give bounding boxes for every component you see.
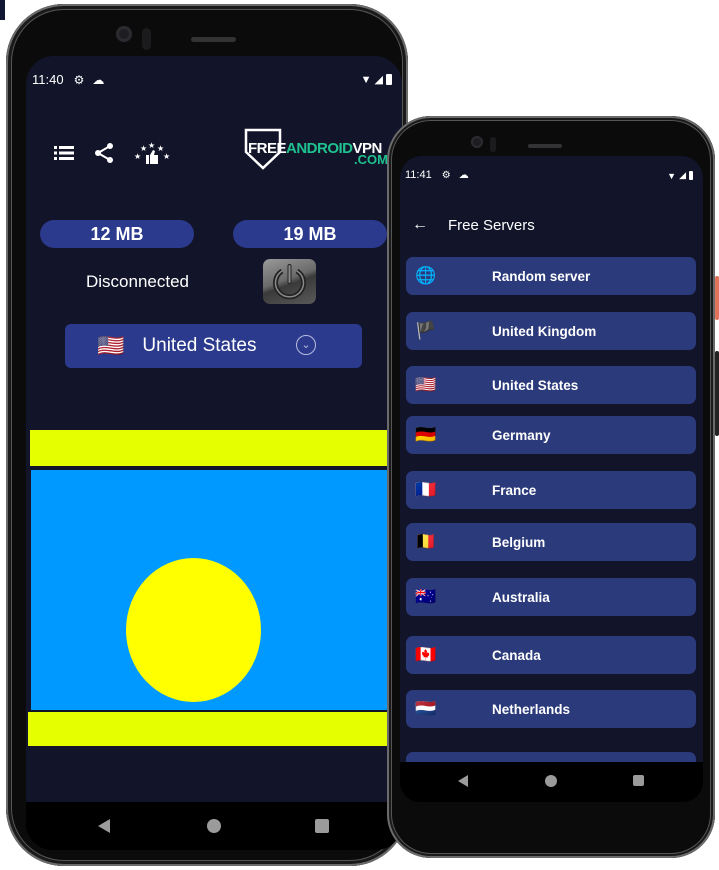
server-item[interactable]: 🇺🇸 United States xyxy=(406,366,696,404)
server-item[interactable]: 🏴 United Kingdom xyxy=(406,312,696,350)
server-label: United Kingdom xyxy=(492,323,597,339)
nav-recents-icon[interactable] xyxy=(633,775,644,786)
connection-status: Disconnected xyxy=(86,272,190,291)
share-icon[interactable] xyxy=(94,142,114,168)
svg-text:★: ★ xyxy=(134,152,141,161)
status-time: 11:40 xyxy=(32,72,64,87)
speaker xyxy=(191,37,236,42)
logo-domain: .COM xyxy=(354,152,388,167)
country-flag-icon: 🇺🇸 xyxy=(415,375,437,394)
signal-icon: ◢ xyxy=(374,74,383,86)
country-flag-icon: 🇦🇺 xyxy=(415,587,437,606)
server-item[interactable]: 🌐 Random server xyxy=(406,257,696,295)
battery-icon xyxy=(689,171,693,180)
status-time: 11:41 xyxy=(405,169,432,181)
flag-field xyxy=(31,470,391,710)
country-selector[interactable]: 🇺🇸 United States ⌄ xyxy=(65,324,362,368)
status-right: ▼ ◢ xyxy=(667,170,693,181)
server-label: Random server xyxy=(492,268,591,284)
selected-country-name: United States xyxy=(142,335,257,356)
toolbar: ★ ★ ★ ★ ★ xyxy=(54,140,170,170)
server-label: Australia xyxy=(492,589,550,605)
server-label: Netherlands xyxy=(492,701,571,717)
download-usage: 12 MB xyxy=(40,220,194,248)
flag-band-top xyxy=(30,430,392,466)
status-bar: 11:40 ⚙ ☁ xyxy=(32,72,112,87)
phone-main: 11:40 ⚙ ☁ ▼ ◢ ★ ★ ★ ★ ★ FREEANDROIDVPN .COM xyxy=(6,4,408,866)
country-flag-icon: 🇩🇪 xyxy=(415,425,437,444)
sensor xyxy=(142,28,151,50)
camera xyxy=(471,136,483,148)
nav-recents-icon[interactable] xyxy=(315,819,329,833)
upload-usage: 19 MB xyxy=(233,220,387,248)
svg-text:★: ★ xyxy=(148,141,155,150)
us-flag-icon: 🇺🇸 xyxy=(97,333,125,358)
country-flag-icon: 🌐 xyxy=(415,266,437,285)
server-label: Canada xyxy=(492,647,541,663)
flag-band-bottom xyxy=(28,712,390,746)
wifi-icon: ▼ xyxy=(667,170,677,181)
phone-servers: 11:41 ⚙ ☁ ▼ ◢ ← Free Servers 🌐 Random ser… xyxy=(387,116,719,870)
server-label: Germany xyxy=(492,427,551,443)
power-button[interactable] xyxy=(263,259,316,304)
menu-list-icon[interactable] xyxy=(54,145,74,165)
signal-icon: ◢ xyxy=(679,170,686,180)
nav-home-icon[interactable] xyxy=(545,775,557,787)
arrow-left-icon[interactable]: ← xyxy=(412,216,428,234)
nav-home-icon[interactable] xyxy=(207,819,221,833)
nav-back-icon[interactable] xyxy=(458,775,468,787)
server-label: France xyxy=(492,482,537,498)
cloud-icon: ☁ xyxy=(92,72,105,87)
side-button xyxy=(715,276,719,320)
svg-text:★: ★ xyxy=(163,152,170,161)
server-item[interactable]: 🇧🇪 Belgium xyxy=(406,523,696,561)
country-flag-icon: 🇫🇷 xyxy=(415,480,437,499)
speaker xyxy=(528,144,562,148)
wifi-icon: ▼ xyxy=(360,73,372,86)
palau-flag-display xyxy=(26,430,392,748)
page-title: Free Servers xyxy=(448,216,535,234)
server-item[interactable]: 🇨🇦 Canada xyxy=(406,636,696,674)
server-item-partial[interactable] xyxy=(406,752,696,762)
server-label: United States xyxy=(492,377,579,393)
country-flag-icon: 🇳🇱 xyxy=(415,699,437,718)
status-bar: 11:41 ⚙ ☁ xyxy=(405,169,477,181)
server-item[interactable]: 🇩🇪 Germany xyxy=(406,416,696,454)
nav-bar xyxy=(26,802,402,850)
main-screen: 11:40 ⚙ ☁ ▼ ◢ ★ ★ ★ ★ ★ FREEANDROIDVPN .COM xyxy=(26,56,402,802)
sensor xyxy=(490,137,496,152)
nav-bar xyxy=(400,762,703,802)
servers-header: ← Free Servers xyxy=(412,216,535,234)
flag-disc xyxy=(126,558,261,702)
camera xyxy=(116,26,132,42)
status-right: ▼ ◢ xyxy=(361,73,392,86)
chevron-down-icon[interactable]: ⌄ xyxy=(296,335,316,355)
battery-icon xyxy=(386,74,392,85)
country-flag-icon: 🇨🇦 xyxy=(415,645,437,664)
gear-icon: ⚙ xyxy=(73,72,85,87)
brand-logo: FREEANDROIDVPN .COM xyxy=(244,128,402,174)
side-button-volume xyxy=(715,351,719,436)
country-flag-icon: 🇧🇪 xyxy=(415,532,437,551)
country-flag-icon: 🏴 xyxy=(415,321,437,340)
server-item[interactable]: 🇫🇷 France xyxy=(406,471,696,509)
servers-screen: 11:41 ⚙ ☁ ▼ ◢ ← Free Servers 🌐 Random ser… xyxy=(400,156,703,762)
nav-back-icon[interactable] xyxy=(98,819,110,833)
server-item[interactable]: 🇦🇺 Australia xyxy=(406,578,696,616)
cloud-icon: ☁ xyxy=(458,169,469,181)
corner-mark xyxy=(0,0,5,20)
server-label: Belgium xyxy=(492,534,546,550)
rate-stars-thumb-icon[interactable]: ★ ★ ★ ★ ★ xyxy=(134,140,170,170)
power-icon xyxy=(273,264,306,300)
server-item[interactable]: 🇳🇱 Netherlands xyxy=(406,690,696,728)
gear-icon: ⚙ xyxy=(441,169,451,181)
